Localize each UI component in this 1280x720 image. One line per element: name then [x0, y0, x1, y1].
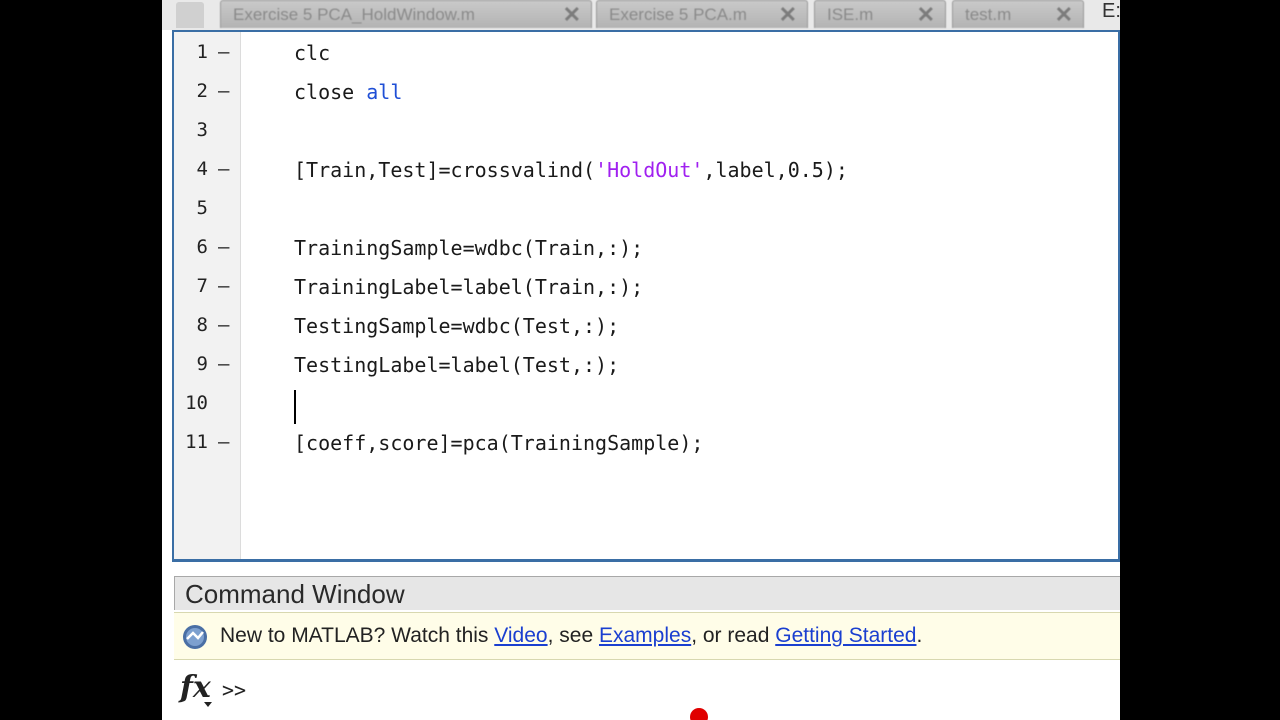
getting-started-hint-bar: New to MATLAB? Watch this Video, see Exa…	[174, 612, 1120, 660]
examples-link[interactable]: Examples	[599, 624, 691, 647]
tab-label: Exercise 5 PCA_HoldWindow.m	[233, 4, 475, 24]
tab-ise[interactable]: ISE.m ✕	[814, 0, 946, 28]
code-text: TestingLabel=label(Test,:);	[294, 353, 620, 377]
breakpoint-marker[interactable]: –	[218, 275, 229, 297]
tab-test[interactable]: test.m ✕	[952, 0, 1084, 28]
code-line[interactable]: 3	[174, 112, 1114, 151]
line-number: 11	[185, 431, 208, 453]
command-prompt-area[interactable]: fx >>	[174, 660, 1120, 720]
line-number: 9	[196, 353, 208, 375]
hint-prefix: New to MATLAB? Watch this	[220, 624, 495, 647]
line-number: 5	[196, 197, 208, 219]
code-line[interactable]: 2 – close all	[174, 73, 1114, 112]
code-text: TrainingLabel=label(Train,:);	[294, 275, 644, 299]
matlab-window: Exercise 5 PCA_HoldWindow.m ✕ Exercise 5…	[162, 0, 1120, 720]
line-number: 7	[196, 275, 208, 297]
code-text: TestingSample=wdbc(Test,:);	[294, 314, 620, 338]
code-line[interactable]: 4 – [Train,Test]=crossvalind('HoldOut',l…	[174, 151, 1114, 190]
close-icon[interactable]: ✕	[563, 2, 581, 28]
video-link[interactable]: Video	[494, 624, 547, 647]
code-line[interactable]: 9 – TestingLabel=label(Test,:);	[174, 346, 1114, 385]
command-window-header[interactable]: Command Window	[174, 576, 1120, 610]
code-token: ,label,0.5);	[703, 158, 848, 182]
code-text: close all	[294, 80, 402, 104]
tab-exercise5-pca-holdwindow[interactable]: Exercise 5 PCA_HoldWindow.m ✕	[220, 0, 592, 28]
chevron-down-icon[interactable]	[204, 702, 212, 707]
code-text: [Train,Test]=crossvalind('HoldOut',label…	[294, 158, 848, 182]
editor-tab-strip: Exercise 5 PCA_HoldWindow.m ✕ Exercise 5…	[162, 0, 1120, 30]
code-line[interactable]: 8 – TestingSample=wdbc(Test,:);	[174, 307, 1114, 346]
breakpoint-marker[interactable]: –	[218, 353, 229, 375]
tab-label: test.m	[965, 4, 1012, 24]
string-token: 'HoldOut'	[595, 158, 704, 182]
line-number: 1	[196, 41, 208, 63]
code-text: TrainingSample=wdbc(Train,:);	[294, 236, 644, 260]
keyword-token: all	[366, 80, 403, 104]
close-icon[interactable]: ✕	[917, 2, 935, 28]
tab-label: ISE.m	[827, 4, 874, 24]
breakpoint-marker[interactable]: –	[218, 431, 229, 453]
line-number: 8	[196, 314, 208, 336]
matlab-help-icon	[183, 625, 207, 649]
close-icon[interactable]: ✕	[779, 2, 797, 28]
code-line[interactable]: 7 – TrainingLabel=label(Train,:);	[174, 268, 1114, 307]
breakpoint-marker[interactable]: –	[218, 236, 229, 258]
breakpoint-marker[interactable]: –	[218, 80, 229, 102]
line-number: 2	[196, 80, 208, 102]
command-prompt[interactable]: >>	[222, 678, 246, 702]
hint-suffix: .	[916, 624, 923, 647]
code-text: [coeff,score]=pca(TrainingSample);	[294, 431, 704, 455]
breakpoint-marker[interactable]: –	[218, 158, 229, 180]
breakpoint-marker[interactable]: –	[218, 314, 229, 336]
line-number: 6	[196, 236, 208, 258]
tab-strip-handle[interactable]	[176, 2, 204, 28]
code-line[interactable]: 1 – clc	[174, 34, 1114, 73]
code-token: close	[294, 80, 367, 104]
close-icon[interactable]: ✕	[1055, 2, 1073, 28]
tab-label: Exercise 5 PCA.m	[609, 4, 747, 24]
code-line[interactable]: 5	[174, 190, 1114, 229]
breakpoint-marker[interactable]: –	[218, 41, 229, 63]
cursor-highlight-dot	[690, 708, 708, 720]
panel-divider[interactable]	[162, 562, 1120, 576]
text-caret	[294, 390, 296, 424]
code-editor[interactable]: 1 – clc 2 – close all 3 4 – [Train,Test]…	[172, 30, 1120, 562]
code-line[interactable]: 11 – [coeff,score]=pca(TrainingSample);	[174, 424, 1114, 463]
line-number: 3	[196, 119, 208, 141]
hint-text: New to MATLAB? Watch this Video, see Exa…	[220, 624, 922, 648]
line-number: 4	[196, 158, 208, 180]
code-line[interactable]: 6 – TrainingSample=wdbc(Train,:);	[174, 229, 1114, 268]
tab-exercise5-pca[interactable]: Exercise 5 PCA.m ✕	[596, 0, 808, 28]
code-line[interactable]: 10	[174, 385, 1114, 424]
function-browser-icon[interactable]: fx	[180, 670, 211, 705]
getting-started-link[interactable]: Getting Started	[775, 624, 916, 647]
tab-overflow[interactable]: E:	[1102, 0, 1120, 23]
code-token: [Train,Test]=crossvalind(	[294, 158, 596, 182]
hint-separator: , or read	[691, 624, 776, 647]
hint-separator: , see	[547, 624, 599, 647]
line-number: 10	[185, 392, 208, 414]
command-window-title: Command Window	[185, 579, 405, 609]
code-text: clc	[294, 41, 331, 65]
